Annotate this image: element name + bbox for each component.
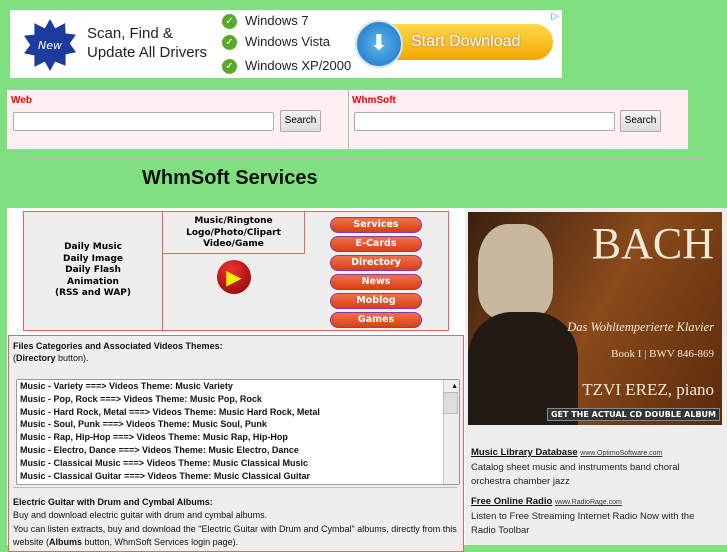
daily-features: Daily Music Daily Image Daily Flash Animati… (24, 212, 163, 330)
album-text: Buy and download electric guitar with dr… (13, 510, 268, 520)
album-text: You can listen extracts, buy and downloa… (13, 523, 459, 549)
ad-headline: Scan, Find & Update All Drivers (87, 25, 208, 61)
download-arrow-icon: ⬇ (355, 20, 403, 68)
daily-item: Daily Flash (65, 265, 121, 276)
whmsoft-search-button[interactable]: Search (620, 110, 661, 132)
album-text-part: button, WhmSoft Services login page). (82, 537, 239, 547)
note-text: button). (55, 353, 89, 363)
ad-artist: TZVI EREZ, piano (582, 380, 714, 399)
ad-desc: Catalog sheet music and instruments band… (471, 462, 680, 487)
ad-check-text: Windows 7 (245, 13, 309, 28)
files-categories-panel: Files Categories and Associated Videos T… (8, 335, 464, 552)
services-button[interactable]: Services (330, 217, 422, 233)
ad-subtitle: Das Wohltemperierte Klavier (567, 320, 714, 334)
album-bold: Albums (49, 537, 83, 547)
list-item[interactable]: Music - Rap, Hip-Hop ===> Videos Theme: … (17, 431, 459, 444)
ad-url[interactable]: www.RadioRage.com (555, 499, 622, 506)
text-ad: Free Online Radio www.RadioRage.com List… (471, 495, 721, 538)
media-types: Music/Ringtone Logo/Photo/Clipart Video/Ga… (163, 212, 305, 254)
list-item[interactable]: Music - Classical Music ===> Videos Them… (17, 457, 459, 470)
check-icon: ✓ (222, 59, 237, 74)
list-item[interactable]: Music - Electro, Dance ===> Videos Theme… (17, 444, 459, 457)
list-item[interactable]: Music - Classical Guitar ===> Videos The… (17, 470, 459, 483)
ecards-button[interactable]: E-Cards (330, 236, 422, 252)
scrollbar-thumb[interactable] (443, 392, 458, 414)
adchoices-icon[interactable]: ▷ (551, 11, 559, 22)
whmsoft-search-label: WhmSoft (352, 95, 396, 106)
check-icon: ✓ (222, 14, 237, 29)
files-heading: Files Categories and Associated Videos T… (13, 341, 223, 351)
ad-check-text: Windows XP/2000 (245, 58, 352, 73)
media-type: Logo/Photo/Clipart (186, 227, 281, 238)
daily-item: Animation (67, 276, 119, 287)
text-ad: Music Library Database www.OptimoSoftwar… (471, 446, 721, 489)
list-item[interactable]: Music - Soul, Punk ===> Videos Theme: Mu… (17, 418, 459, 431)
note-bold: Directory (16, 353, 56, 363)
album-heading: Electric Guitar with Drum and Cymbal Alb… (13, 497, 213, 507)
daily-item: Daily Image (62, 253, 124, 264)
moblog-button[interactable]: Moblog (330, 293, 422, 309)
web-search-input[interactable] (13, 112, 274, 131)
play-icon[interactable]: ▶ (217, 260, 251, 294)
divider (348, 90, 349, 149)
portrait-image (478, 224, 553, 319)
daily-item: (RSS and WAP) (55, 288, 131, 299)
categories-listbox[interactable]: Music - Variety ===> Videos Theme: Music… (16, 379, 460, 485)
ad-book: Book I | BWV 846-869 (611, 348, 714, 360)
list-item[interactable]: Music - Pop, Rock ===> Videos Theme: Mus… (17, 393, 459, 406)
web-search-label: Web (11, 95, 32, 106)
whmsoft-search-input[interactable] (354, 112, 615, 131)
divider (13, 487, 457, 488)
media-type: Video/Game (203, 239, 264, 249)
media-type: Music/Ringtone (194, 216, 273, 226)
divider (25, 158, 705, 159)
ad-link[interactable]: Music Library Database (471, 447, 578, 458)
ad-title: BACH (591, 219, 714, 268)
files-note: (Directory button). (13, 353, 89, 363)
games-button[interactable]: Games (330, 312, 422, 328)
ad-desc: Listen to Free Streaming Internet Radio … (471, 511, 695, 536)
directory-button[interactable]: Directory (330, 255, 422, 271)
ad-url[interactable]: www.OptimoSoftware.com (580, 450, 662, 457)
news-button[interactable]: News (330, 274, 422, 290)
check-icon: ✓ (222, 35, 237, 50)
list-item[interactable]: Music - Variety ===> Videos Theme: Music… (17, 380, 459, 393)
ad-link[interactable]: Free Online Radio (471, 496, 552, 507)
driver-ad-banner[interactable]: New Scan, Find & Update All Drivers ✓ Wi… (10, 10, 562, 78)
bach-ad[interactable]: BACH Das Wohltemperierte Klavier Book I … (468, 212, 722, 425)
new-badge-icon: New (24, 19, 76, 71)
list-item[interactable]: Music - Hard Rock, Metal ===> Videos The… (17, 406, 459, 419)
ad-check-text: Windows Vista (245, 34, 331, 49)
web-search-button[interactable]: Search (280, 110, 321, 132)
ad-cta-button[interactable]: GET THE ACTUAL CD DOUBLE ALBUM (546, 408, 720, 421)
page-title: WhmSoft Services (142, 167, 318, 189)
daily-item: Daily Music (64, 242, 122, 253)
search-panel: Web Search WhmSoft Search (7, 89, 688, 150)
